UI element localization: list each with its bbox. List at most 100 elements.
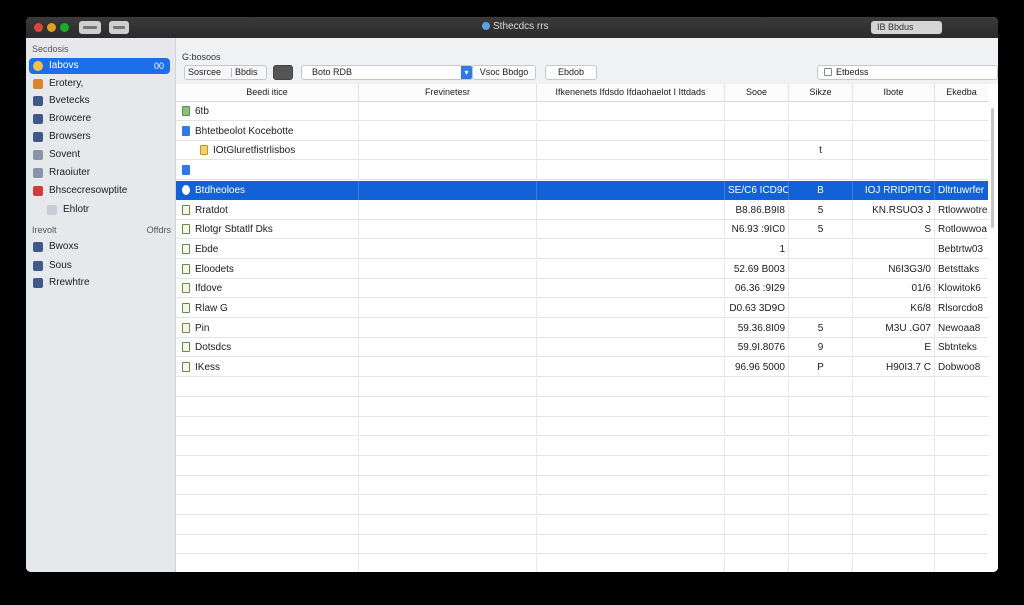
sidebar-item-lower-2[interactable]: Sous bbox=[29, 258, 170, 274]
file-tag: Sbtnteks bbox=[934, 338, 988, 358]
table-row[interactable] bbox=[176, 436, 988, 456]
table-cell bbox=[852, 121, 934, 141]
column-header-6[interactable]: Ibote bbox=[852, 84, 934, 101]
sidebar-item-8[interactable]: Bhscecresowptite bbox=[29, 183, 170, 199]
file-kind: P bbox=[788, 358, 852, 378]
sidebar-item-6[interactable]: Sovent bbox=[29, 147, 170, 163]
table-row[interactable]: IOtGluretfistrlisbos t bbox=[176, 141, 988, 161]
sidebar-item-4[interactable]: Browcere bbox=[29, 111, 170, 127]
table-row[interactable]: IKess 96.96 5000 P H90I3.7 C Dobwoo8 bbox=[176, 358, 988, 378]
table-cell bbox=[934, 535, 988, 555]
file-tag: Betsttaks bbox=[934, 259, 988, 279]
table-row[interactable] bbox=[176, 161, 988, 181]
column-header-3[interactable]: Ifkenenets Ifdsdo Ifdaohaelot I Ittdads bbox=[536, 84, 724, 101]
file-name: Dotsdcs bbox=[195, 342, 232, 354]
table-cell bbox=[176, 417, 358, 436]
table-row[interactable] bbox=[176, 476, 988, 496]
table-cell bbox=[934, 161, 988, 181]
column-header-4[interactable]: Sooe bbox=[724, 84, 788, 101]
table-cell bbox=[358, 515, 536, 535]
search-icon bbox=[824, 68, 832, 76]
file-icon bbox=[182, 165, 190, 176]
sidebar-item-1[interactable]: Iabovs 00 bbox=[29, 58, 170, 74]
window-title: Sthecdcs rrs bbox=[482, 21, 549, 32]
column-header-2[interactable]: Frevinetesr bbox=[358, 84, 536, 101]
title-bar-field[interactable]: IB Bbdus bbox=[871, 21, 942, 34]
file-tag: Rtlowwotre bbox=[934, 200, 988, 220]
table-cell bbox=[934, 377, 988, 397]
file-icon bbox=[182, 263, 190, 274]
table-row[interactable]: Bhtetbeolot Kocebotte bbox=[176, 121, 988, 141]
file-tag: Klowitok6 bbox=[934, 279, 988, 299]
segment-bbdis[interactable]: Bbdis bbox=[235, 66, 258, 79]
chevron-down-icon[interactable]: ▾ bbox=[461, 66, 472, 79]
sidebar-toggle-button[interactable] bbox=[109, 21, 129, 34]
sidebar-item-5[interactable]: Browsers bbox=[29, 129, 170, 145]
sidebar: Secdosis Iabovs 00 Erotery, Bvetecks Browcer… bbox=[26, 38, 176, 572]
sidebar-item-7[interactable]: Rraoiuter bbox=[29, 165, 170, 181]
combo-box[interactable]: Boto RDB ▾ bbox=[301, 65, 473, 80]
sidebar-section-action[interactable]: Offdrs bbox=[147, 225, 171, 235]
column-header-7[interactable]: Ekedba bbox=[934, 84, 988, 101]
table-row[interactable] bbox=[176, 397, 988, 417]
zoom-window-button[interactable] bbox=[60, 23, 69, 32]
table-cell bbox=[536, 456, 724, 476]
scrollbar-thumb[interactable] bbox=[991, 108, 994, 228]
table-row[interactable] bbox=[176, 555, 988, 572]
table-row[interactable]: Rlotgr Sbtatlf Dks N6.93 :9IC0 5 S Rotlowwoa bbox=[176, 220, 988, 240]
window-title-text: Sthecdcs rrs bbox=[493, 21, 549, 32]
table-row[interactable]: 6tb bbox=[176, 102, 988, 121]
table-row[interactable]: Pin 59.36.8I09 5 M3U .G07 Newoaa8 bbox=[176, 318, 988, 338]
sidebar-item-9[interactable]: Ehlotr bbox=[43, 202, 170, 218]
table-row[interactable] bbox=[176, 496, 988, 515]
close-window-button[interactable] bbox=[34, 23, 43, 32]
table-row[interactable] bbox=[176, 456, 988, 476]
table-row[interactable]: Btdheoloes SE/C6 ICD9O B IOJ RRIDPITG Dltrtu… bbox=[176, 180, 988, 200]
table-cell bbox=[536, 496, 724, 515]
table-cell: IOtGluretfistrlisbos bbox=[176, 141, 358, 160]
table-row[interactable] bbox=[176, 535, 988, 555]
table-cell bbox=[358, 102, 536, 121]
table-cell bbox=[934, 476, 988, 496]
vertical-scrollbar[interactable] bbox=[989, 102, 997, 242]
table-row[interactable]: Rratdot B8.86.B9I8 5 KN.RSUO3 J Rtlowwotre bbox=[176, 200, 988, 220]
search-field[interactable]: Etbedss bbox=[817, 65, 998, 80]
doc-icon bbox=[33, 261, 43, 271]
image-icon-button[interactable] bbox=[273, 65, 293, 80]
table-cell: 6tb bbox=[176, 102, 358, 121]
table-cell bbox=[536, 239, 724, 259]
toolbar-button-2[interactable]: Ebdob bbox=[545, 65, 597, 80]
table-cell bbox=[788, 417, 852, 437]
table-cell bbox=[358, 417, 536, 437]
toolbar-button-1[interactable]: Vsoc Bbdgo bbox=[472, 65, 536, 80]
table-row[interactable] bbox=[176, 417, 988, 437]
source-segmented-control[interactable]: Sosrcee Bbdis bbox=[184, 65, 267, 80]
table-row[interactable]: Ifdove 06.36 :9I29 01/6 Klowitok6 bbox=[176, 279, 988, 299]
column-header-1[interactable]: Beedi itice bbox=[176, 84, 358, 101]
file-icon bbox=[200, 145, 208, 156]
minimize-window-button[interactable] bbox=[47, 23, 56, 32]
file-date: K6/8 bbox=[852, 299, 934, 318]
table-cell bbox=[852, 417, 934, 437]
file-tag: Dobwoo8 bbox=[934, 358, 988, 378]
file-size: B8.86.B9I8 bbox=[724, 200, 788, 220]
table-row[interactable]: Ebde 1 Bebtrtw03 bbox=[176, 239, 988, 259]
table-row[interactable] bbox=[176, 377, 988, 397]
table-cell bbox=[358, 397, 536, 417]
segment-source[interactable]: Sosrcee bbox=[188, 67, 221, 77]
column-header-5[interactable]: Sikze bbox=[788, 84, 852, 101]
file-name: Btdheoloes bbox=[195, 184, 246, 196]
sidebar-item-lower-1[interactable]: Bwoxs bbox=[29, 239, 170, 255]
sidebar-item-lower-3[interactable]: Rrewhtre bbox=[29, 275, 170, 291]
red-icon bbox=[33, 186, 43, 196]
sidebar-item-2[interactable]: Erotery, bbox=[29, 76, 170, 92]
sidebar-item-3[interactable]: Bvetecks bbox=[29, 93, 170, 109]
view-toggle-button[interactable] bbox=[79, 21, 101, 34]
table-row[interactable]: Rlaw G D0.63 3D9O K6/8 Rlsorcdo8 bbox=[176, 299, 988, 318]
table-cell bbox=[176, 535, 358, 554]
table-row[interactable]: Dotsdcs 59.9I.8076 9 E Sbtnteks bbox=[176, 338, 988, 358]
file-size: 96.96 5000 bbox=[724, 358, 788, 378]
table-row[interactable]: Eloodets 52.69 B003 N6I3G3/0 Betsttaks bbox=[176, 259, 988, 279]
table-row[interactable] bbox=[176, 515, 988, 535]
sidebar-item-label: Browsers bbox=[49, 131, 91, 142]
